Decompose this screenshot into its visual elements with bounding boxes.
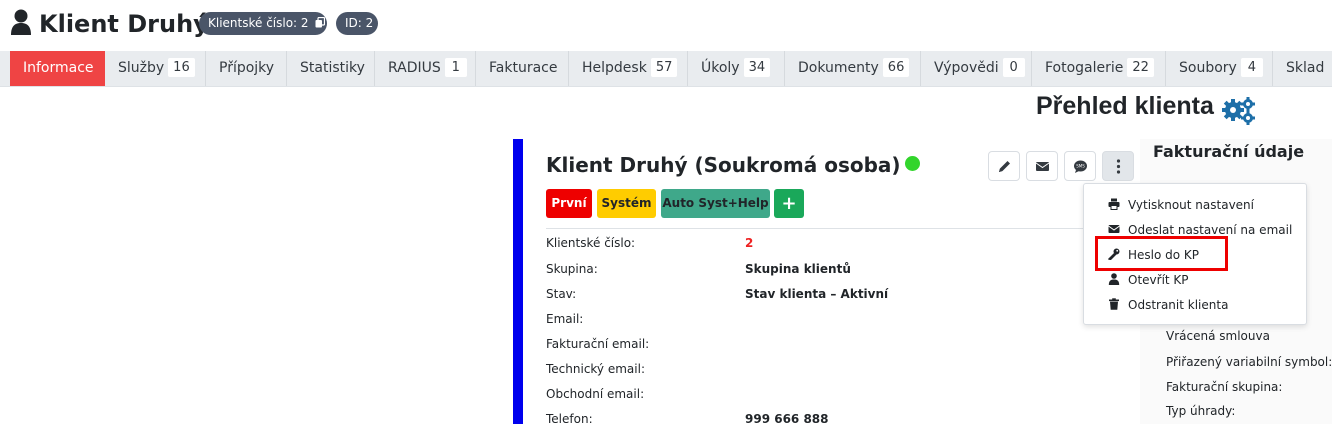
tab-fakturace[interactable]: Fakturace [476, 51, 569, 86]
tab-sluzby[interactable]: Služby 16 [105, 51, 206, 86]
copy-icon[interactable] [315, 17, 326, 28]
tab-soubory[interactable]: Soubory 4 [1166, 51, 1273, 86]
tab-sklad[interactable]: Sklad [1273, 51, 1332, 86]
menu-item-label: Vytisknout nastavení [1128, 198, 1254, 212]
tab-pripojky[interactable]: Přípojky [206, 51, 287, 86]
menu-item-label: Odeslat nastavení na email [1128, 223, 1293, 237]
menu-item-label: Odstranit klienta [1128, 298, 1229, 312]
billing-label: Typ úhrady: [1166, 404, 1236, 418]
menu-item-open-kp[interactable]: Otevřít KP [1108, 271, 1189, 289]
user-icon [11, 9, 31, 35]
tag-system[interactable]: Systém [597, 189, 656, 218]
tab-statistiky[interactable]: Statistiky [287, 51, 375, 86]
row-label: Stav: [546, 287, 577, 301]
edit-button[interactable] [988, 151, 1020, 181]
tab-label: RADIUS [388, 60, 441, 76]
card-title: Klient Druhý (Soukromá osoba) [546, 153, 920, 177]
tab-informace[interactable]: Informace [10, 51, 105, 86]
page-header: Klient Druhý Klientské číslo: 2 ID: 2 [0, 0, 1332, 50]
tab-count: 1 [444, 58, 467, 77]
row-label: Telefon: [546, 412, 593, 426]
row-label: Technický email: [546, 362, 645, 376]
tab-vypovedi[interactable]: Výpovědi 0 [921, 51, 1032, 86]
email-button[interactable] [1026, 151, 1058, 181]
print-icon [1108, 198, 1120, 210]
divider [546, 228, 1136, 229]
menu-item-label: Otevřít KP [1128, 273, 1189, 287]
billing-title: Fakturační údaje [1153, 142, 1305, 161]
trash-icon [1109, 298, 1119, 310]
tab-label: Úkoly [701, 60, 740, 76]
tab-label: Fotogalerie [1045, 60, 1124, 76]
tab-count: 34 [743, 58, 771, 77]
tab-label: Fakturace [489, 60, 558, 76]
page-title: Klient Druhý [39, 10, 209, 38]
tab-label: Informace [23, 60, 94, 76]
client-number-badge[interactable]: Klientské číslo: 2 [199, 12, 327, 35]
row-label: Skupina: [546, 262, 598, 276]
tab-ukoly[interactable]: Úkoly 34 [688, 51, 785, 86]
tab-count: 0 [1002, 58, 1025, 77]
sms-icon: SMS [1074, 160, 1087, 173]
menu-item-delete[interactable]: Odstranit klienta [1108, 296, 1228, 314]
billing-label: Fakturační skupina: [1166, 380, 1283, 394]
status-value: Stav klienta – Aktivní [745, 287, 889, 301]
tab-dokumenty[interactable]: Dokumenty 66 [785, 51, 921, 86]
tab-label: Helpdesk [582, 60, 647, 76]
tab-label: Sklad [1286, 60, 1325, 76]
group-value: Skupina klientů [745, 262, 851, 276]
tab-helpdesk[interactable]: Helpdesk 57 [569, 51, 688, 86]
tab-count: 4 [1240, 58, 1263, 77]
svg-text:SMS: SMS [1076, 164, 1085, 169]
tab-label: Služby [118, 60, 165, 76]
client-name: Klient Druhý (Soukromá osoba) [546, 153, 901, 177]
tab-radius[interactable]: RADIUS 1 [375, 51, 476, 86]
tab-count: 66 [882, 58, 910, 77]
tab-count: 16 [168, 58, 195, 77]
tab-label: Soubory [1179, 60, 1237, 76]
row-label: Obchodní email: [546, 387, 645, 401]
user-icon [1108, 273, 1120, 285]
pencil-icon [999, 161, 1010, 172]
tab-label: Přípojky [219, 60, 275, 76]
more-options-button[interactable] [1102, 151, 1134, 181]
tag-prvni[interactable]: První [546, 189, 592, 218]
envelope-icon [1035, 162, 1050, 171]
status-dot [904, 156, 920, 171]
client-number-label: Klientské číslo: 2 [208, 16, 309, 30]
menu-item-print[interactable]: Vytisknout nastavení [1108, 196, 1254, 214]
tab-fotogalerie[interactable]: Fotogalerie 22 [1032, 51, 1166, 86]
row-label: Email: [546, 312, 584, 326]
billing-label: Přiřazený variabilní symbol: [1166, 355, 1332, 369]
sms-button[interactable]: SMS [1064, 151, 1096, 181]
tab-bar: Informace Služby 16 Přípojky Statistiky R… [0, 51, 1332, 87]
envelope-icon [1108, 225, 1120, 233]
tab-label: Výpovědi [934, 60, 999, 76]
phone-value: 999 666 888 [745, 412, 829, 426]
row-label: Fakturační email: [546, 337, 650, 351]
client-card: Klient Druhý (Soukromá osoba) SMS První … [513, 139, 1139, 426]
tab-count: 57 [650, 58, 678, 77]
client-number-value: 2 [745, 236, 754, 250]
tag-auto-syst-help[interactable]: Auto Syst+Help [661, 189, 770, 218]
id-badge: ID: 2 [336, 12, 378, 35]
gears-icon[interactable] [1222, 97, 1256, 125]
add-tag-button[interactable]: + [774, 189, 804, 218]
kebab-menu-icon [1116, 159, 1121, 174]
tab-count: 22 [1127, 58, 1154, 77]
highlight-box [1095, 236, 1228, 271]
billing-label: Vrácená smlouva [1166, 329, 1270, 343]
overview-title: Přehled klienta [1036, 92, 1214, 120]
tab-label: Dokumenty [798, 60, 879, 76]
tab-label: Statistiky [300, 60, 365, 76]
row-label: Klientské číslo: [546, 236, 636, 250]
